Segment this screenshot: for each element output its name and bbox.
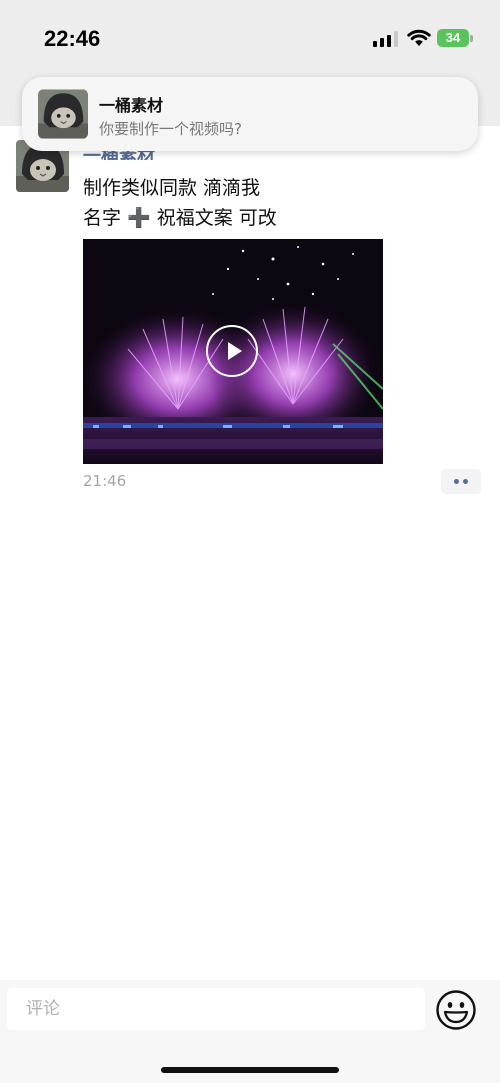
notification-avatar <box>38 89 88 139</box>
more-dot <box>463 479 468 484</box>
status-time: 22:46 <box>44 26 101 51</box>
smiley-emoji-icon[interactable] <box>435 989 477 1031</box>
wifi-icon <box>407 29 431 46</box>
post-text: 制作类似同款 滴滴我 名字 ➕ 祝福文案 可改 <box>83 173 277 233</box>
comment-input[interactable] <box>7 988 425 1030</box>
cellular-signal-icon <box>373 31 398 47</box>
video-thumbnail[interactable] <box>83 239 383 464</box>
post-text-line-2: 名字 ➕ 祝福文案 可改 <box>83 207 277 229</box>
home-indicator <box>161 1067 339 1073</box>
notification-body: 你要制作一个视频吗? <box>99 120 242 138</box>
post-text-line-1: 制作类似同款 滴滴我 <box>83 177 261 199</box>
battery-tip <box>470 35 473 42</box>
more-dot <box>454 479 459 484</box>
notification-banner[interactable]: 一桶素材 你要制作一个视频吗? <box>22 77 478 151</box>
play-icon[interactable] <box>206 325 258 377</box>
status-bar: 22:46 34 <box>0 0 500 80</box>
notification-title: 一桶素材 <box>99 96 164 115</box>
cat-helmet-avatar-icon <box>38 89 88 139</box>
more-dots-icon[interactable] <box>441 469 481 494</box>
battery-charging-icon: 34 <box>437 29 475 49</box>
comment-bar <box>0 980 500 1083</box>
battery-level: 34 <box>437 29 469 47</box>
post-timestamp: 21:46 <box>83 472 127 490</box>
